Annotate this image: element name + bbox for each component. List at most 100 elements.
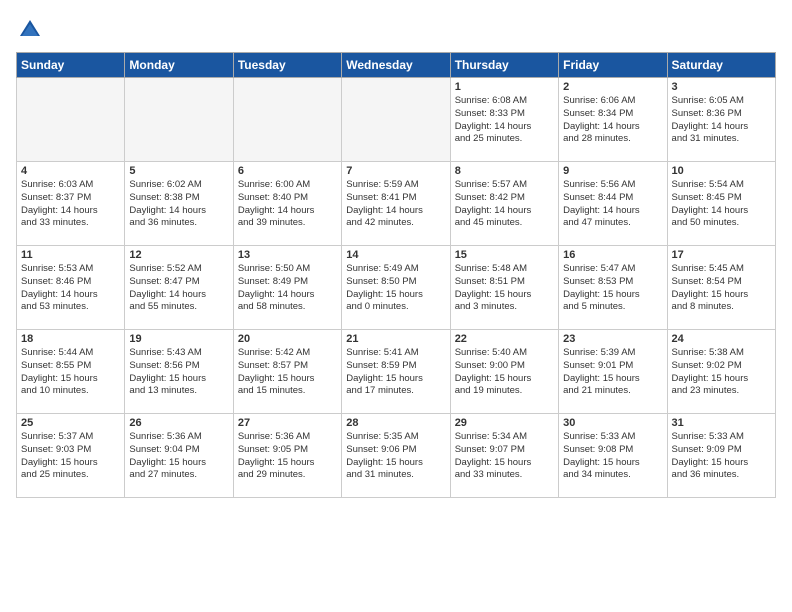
cell-5-6: 30Sunrise: 5:33 AMSunset: 9:08 PMDayligh…: [559, 414, 667, 498]
cell-content: Sunrise: 6:08 AMSunset: 8:33 PMDaylight:…: [455, 95, 554, 146]
cell-4-1: 18 Sunrise: 5:44 AMSunset: 8:55 PMDayligh…: [17, 330, 125, 414]
day-number: 25: [21, 417, 120, 429]
header-thursday: Thursday: [450, 53, 558, 78]
cell-1-1: [17, 78, 125, 162]
day-number: 3: [672, 81, 771, 93]
day-number: 14: [346, 249, 445, 261]
page-header: [16, 16, 776, 44]
header-saturday: Saturday: [667, 53, 775, 78]
calendar-table: SundayMondayTuesdayWednesdayThursdayFrid…: [16, 52, 776, 498]
cell-content: Sunrise: 5:54 AMSunset: 8:45 PMDaylight:…: [672, 179, 771, 230]
day-number: 21: [346, 333, 445, 345]
cell-5-1: 25 Sunrise: 5:37 AMSunset: 9:03 PMDayligh…: [17, 414, 125, 498]
cell-content: Sunrise: 6:05 AMSunset: 8:36 PMDaylight:…: [672, 95, 771, 146]
cell-1-7: 3 Sunrise: 6:05 AMSunset: 8:36 PMDaylight…: [667, 78, 775, 162]
day-number: 1: [455, 81, 554, 93]
cell-content: Sunrise: 6:06 AMSunset: 8:34 PMDaylight:…: [563, 95, 662, 146]
day-number: 13: [238, 249, 337, 261]
cell-content: Sunrise: 5:41 AMSunset: 8:59 PMDaylight:…: [346, 347, 445, 398]
day-number: 27: [238, 417, 337, 429]
cell-3-1: 11 Sunrise: 5:53 AMSunset: 8:46 PMDayligh…: [17, 246, 125, 330]
cell-content: Sunrise: 5:36 AMSunset: 9:05 PMDaylight:…: [238, 431, 337, 482]
cell-2-3: 6 Sunrise: 6:00 AMSunset: 8:40 PMDaylight…: [233, 162, 341, 246]
header-wednesday: Wednesday: [342, 53, 450, 78]
cell-5-5: 29Sunrise: 5:34 AMSunset: 9:07 PMDayligh…: [450, 414, 558, 498]
day-number: 31: [672, 417, 771, 429]
cell-1-5: 1 Sunrise: 6:08 AMSunset: 8:33 PMDaylight…: [450, 78, 558, 162]
day-number: 12: [129, 249, 228, 261]
cell-content: Sunrise: 5:44 AMSunset: 8:55 PMDaylight:…: [21, 347, 120, 398]
day-number: 29: [455, 417, 554, 429]
day-number: 15: [455, 249, 554, 261]
cell-1-2: [125, 78, 233, 162]
cell-content: Sunrise: 5:33 AMSunset: 9:09 PMDaylight:…: [672, 431, 771, 482]
cell-content: Sunrise: 5:43 AMSunset: 8:56 PMDaylight:…: [129, 347, 228, 398]
day-number: 8: [455, 165, 554, 177]
day-number: 7: [346, 165, 445, 177]
week-row-5: 25 Sunrise: 5:37 AMSunset: 9:03 PMDayligh…: [17, 414, 776, 498]
day-number: 9: [563, 165, 662, 177]
day-number: 16: [563, 249, 662, 261]
cell-content: Sunrise: 5:37 AMSunset: 9:03 PMDaylight:…: [21, 431, 120, 482]
day-number: 11: [21, 249, 120, 261]
cell-4-7: 24 Sunrise: 5:38 AMSunset: 9:02 PMDayligh…: [667, 330, 775, 414]
cell-3-2: 12Sunrise: 5:52 AMSunset: 8:47 PMDayligh…: [125, 246, 233, 330]
day-number: 18: [21, 333, 120, 345]
cell-1-4: [342, 78, 450, 162]
cell-content: Sunrise: 5:49 AMSunset: 8:50 PMDaylight:…: [346, 263, 445, 314]
logo-icon: [16, 16, 44, 44]
header-row: SundayMondayTuesdayWednesdayThursdayFrid…: [17, 53, 776, 78]
cell-content: Sunrise: 5:50 AMSunset: 8:49 PMDaylight:…: [238, 263, 337, 314]
cell-4-6: 23 Sunrise: 5:39 AMSunset: 9:01 PMDayligh…: [559, 330, 667, 414]
cell-3-6: 16Sunrise: 5:47 AMSunset: 8:53 PMDayligh…: [559, 246, 667, 330]
week-row-1: 1 Sunrise: 6:08 AMSunset: 8:33 PMDaylight…: [17, 78, 776, 162]
day-number: 30: [563, 417, 662, 429]
header-tuesday: Tuesday: [233, 53, 341, 78]
cell-content: Sunrise: 5:42 AMSunset: 8:57 PMDaylight:…: [238, 347, 337, 398]
cell-content: Sunrise: 5:45 AMSunset: 8:54 PMDaylight:…: [672, 263, 771, 314]
cell-content: Sunrise: 6:00 AMSunset: 8:40 PMDaylight:…: [238, 179, 337, 230]
cell-content: Sunrise: 6:02 AMSunset: 8:38 PMDaylight:…: [129, 179, 228, 230]
cell-content: Sunrise: 5:39 AMSunset: 9:01 PMDaylight:…: [563, 347, 662, 398]
cell-2-5: 8 Sunrise: 5:57 AMSunset: 8:42 PMDaylight…: [450, 162, 558, 246]
cell-content: Sunrise: 5:35 AMSunset: 9:06 PMDaylight:…: [346, 431, 445, 482]
day-number: 28: [346, 417, 445, 429]
cell-4-2: 19Sunrise: 5:43 AMSunset: 8:56 PMDayligh…: [125, 330, 233, 414]
day-number: 2: [563, 81, 662, 93]
day-number: 5: [129, 165, 228, 177]
day-number: 26: [129, 417, 228, 429]
day-number: 6: [238, 165, 337, 177]
cell-4-3: 20 Sunrise: 5:42 AMSunset: 8:57 PMDayligh…: [233, 330, 341, 414]
cell-content: Sunrise: 5:48 AMSunset: 8:51 PMDaylight:…: [455, 263, 554, 314]
cell-content: Sunrise: 5:57 AMSunset: 8:42 PMDaylight:…: [455, 179, 554, 230]
cell-2-1: 4Sunrise: 6:03 AMSunset: 8:37 PMDaylight…: [17, 162, 125, 246]
logo: [16, 16, 48, 44]
cell-content: Sunrise: 5:53 AMSunset: 8:46 PMDaylight:…: [21, 263, 120, 314]
day-number: 4: [21, 165, 120, 177]
cell-2-4: 7 Sunrise: 5:59 AMSunset: 8:41 PMDaylight…: [342, 162, 450, 246]
cell-5-4: 28 Sunrise: 5:35 AMSunset: 9:06 PMDayligh…: [342, 414, 450, 498]
cell-5-7: 31 Sunrise: 5:33 AMSunset: 9:09 PMDayligh…: [667, 414, 775, 498]
cell-2-7: 10 Sunrise: 5:54 AMSunset: 8:45 PMDayligh…: [667, 162, 775, 246]
day-number: 24: [672, 333, 771, 345]
week-row-4: 18 Sunrise: 5:44 AMSunset: 8:55 PMDayligh…: [17, 330, 776, 414]
cell-4-5: 22 Sunrise: 5:40 AMSunset: 9:00 PMDayligh…: [450, 330, 558, 414]
cell-content: Sunrise: 5:40 AMSunset: 9:00 PMDaylight:…: [455, 347, 554, 398]
header-friday: Friday: [559, 53, 667, 78]
cell-3-5: 15 Sunrise: 5:48 AMSunset: 8:51 PMDayligh…: [450, 246, 558, 330]
day-number: 23: [563, 333, 662, 345]
cell-content: Sunrise: 5:38 AMSunset: 9:02 PMDaylight:…: [672, 347, 771, 398]
cell-2-6: 9Sunrise: 5:56 AMSunset: 8:44 PMDaylight…: [559, 162, 667, 246]
cell-1-6: 2 Sunrise: 6:06 AMSunset: 8:34 PMDaylight…: [559, 78, 667, 162]
cell-3-7: 17 Sunrise: 5:45 AMSunset: 8:54 PMDayligh…: [667, 246, 775, 330]
day-number: 20: [238, 333, 337, 345]
week-row-2: 4Sunrise: 6:03 AMSunset: 8:37 PMDaylight…: [17, 162, 776, 246]
cell-content: Sunrise: 5:59 AMSunset: 8:41 PMDaylight:…: [346, 179, 445, 230]
day-number: 17: [672, 249, 771, 261]
cell-5-3: 27 Sunrise: 5:36 AMSunset: 9:05 PMDayligh…: [233, 414, 341, 498]
cell-content: Sunrise: 5:36 AMSunset: 9:04 PMDaylight:…: [129, 431, 228, 482]
cell-4-4: 21 Sunrise: 5:41 AMSunset: 8:59 PMDayligh…: [342, 330, 450, 414]
day-number: 10: [672, 165, 771, 177]
day-number: 22: [455, 333, 554, 345]
header-monday: Monday: [125, 53, 233, 78]
